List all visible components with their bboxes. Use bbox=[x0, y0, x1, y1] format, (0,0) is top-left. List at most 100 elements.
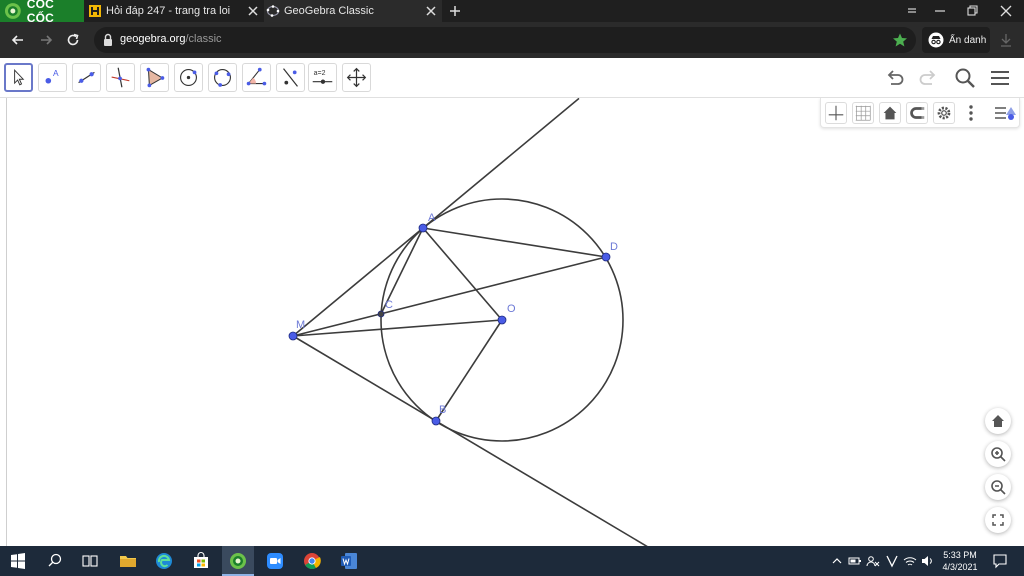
minimize-icon[interactable] bbox=[932, 3, 948, 19]
tab-search-icon[interactable] bbox=[904, 3, 920, 19]
graphics-settings-button[interactable] bbox=[933, 102, 955, 124]
tab-title: Hỏi đáp 247 - trang tra loi bbox=[106, 5, 231, 17]
point-o[interactable] bbox=[497, 315, 507, 325]
polygon-icon bbox=[146, 67, 165, 88]
bookmark-star-icon[interactable] bbox=[892, 32, 908, 48]
task-view-icon[interactable] bbox=[79, 550, 101, 572]
point-label-o[interactable]: O bbox=[507, 303, 516, 315]
system-clock[interactable]: 5:33 PM 4/3/2021 bbox=[938, 549, 982, 573]
point-label-c[interactable]: C bbox=[385, 299, 393, 311]
restore-icon[interactable] bbox=[964, 3, 980, 19]
incognito-label: Ẩn danh bbox=[949, 34, 987, 46]
file-explorer-icon[interactable] bbox=[117, 550, 139, 572]
coccoc-logo-icon bbox=[4, 3, 21, 19]
zoom-out-button[interactable] bbox=[985, 474, 1011, 500]
microsoft-store-icon[interactable] bbox=[190, 550, 212, 572]
tool-circle-three-points[interactable] bbox=[208, 63, 237, 92]
geometry-construction[interactable]: A D C O M B bbox=[0, 98, 1024, 546]
close-icon[interactable] bbox=[424, 4, 438, 18]
geogebra-toolbar: A a=2 bbox=[0, 58, 1024, 98]
forward-arrow-icon[interactable] bbox=[38, 32, 54, 48]
tool-line[interactable] bbox=[72, 63, 101, 92]
chrome-icon[interactable] bbox=[301, 550, 323, 572]
tool-polygon[interactable] bbox=[140, 63, 169, 92]
wifi-icon[interactable] bbox=[903, 554, 917, 568]
url-field[interactable]: geogebra.org/classic bbox=[94, 27, 916, 53]
graphics-style-bar bbox=[820, 98, 1020, 128]
people-icon[interactable] bbox=[866, 554, 880, 568]
redo-icon[interactable] bbox=[917, 66, 941, 90]
reload-icon[interactable] bbox=[65, 32, 81, 48]
fullscreen-icon bbox=[992, 514, 1004, 526]
point-label-b[interactable]: B bbox=[439, 404, 446, 416]
line-icon bbox=[78, 71, 95, 84]
close-icon[interactable] bbox=[246, 4, 260, 18]
fullscreen-button[interactable] bbox=[985, 507, 1011, 533]
point-c[interactable] bbox=[377, 310, 385, 318]
toggle-axes-button[interactable] bbox=[825, 102, 847, 124]
standard-view-button[interactable] bbox=[879, 102, 901, 124]
download-icon[interactable] bbox=[998, 32, 1014, 48]
home-icon bbox=[992, 415, 1004, 427]
tab-geogebra[interactable]: GeoGebra Classic bbox=[264, 0, 442, 22]
point-icon: A bbox=[45, 68, 59, 84]
geogebra-favicon-icon bbox=[266, 5, 280, 17]
clock-date: 4/3/2021 bbox=[942, 562, 978, 572]
more-vertical-icon[interactable] bbox=[967, 104, 975, 122]
tool-point[interactable]: A bbox=[38, 63, 67, 92]
battery-icon[interactable] bbox=[848, 554, 862, 568]
toggle-grid-button[interactable] bbox=[852, 102, 874, 124]
vietnamese-ime-icon[interactable] bbox=[885, 554, 899, 568]
slider-icon: a=2 bbox=[312, 70, 333, 84]
zoom-meetings-icon[interactable] bbox=[264, 550, 286, 572]
tool-reflect[interactable] bbox=[276, 63, 305, 92]
tool-angle[interactable] bbox=[242, 63, 271, 92]
close-window-icon[interactable] bbox=[998, 3, 1014, 19]
point-m[interactable] bbox=[288, 331, 298, 341]
back-arrow-icon[interactable] bbox=[10, 32, 26, 48]
slider-tool-glyph: a=2 bbox=[314, 70, 326, 77]
circle-three-points-icon bbox=[214, 69, 231, 87]
windows-taskbar: 5:33 PM 4/3/2021 bbox=[0, 546, 1024, 576]
windows-start-icon[interactable] bbox=[7, 550, 29, 572]
incognito-indicator[interactable]: Ẩn danh bbox=[922, 27, 990, 53]
zoom-in-button[interactable] bbox=[985, 441, 1011, 467]
point-a[interactable] bbox=[418, 223, 428, 233]
segment-ao[interactable] bbox=[422, 227, 503, 321]
graphics-view[interactable]: A D C O M B bbox=[0, 98, 1024, 546]
url-path: /classic bbox=[185, 33, 222, 45]
notification-icon[interactable] bbox=[992, 553, 1008, 569]
tool-circle-center[interactable] bbox=[174, 63, 203, 92]
point-label-d[interactable]: D bbox=[610, 241, 618, 253]
coccoc-browser-icon[interactable] bbox=[227, 550, 249, 572]
main-menu-icon[interactable] bbox=[988, 66, 1012, 90]
segment-ad[interactable] bbox=[422, 227, 607, 258]
point-capturing-button[interactable] bbox=[906, 102, 928, 124]
tool-move-graphics[interactable] bbox=[342, 63, 371, 92]
tool-slider[interactable]: a=2 bbox=[308, 63, 337, 92]
volume-icon[interactable] bbox=[920, 554, 934, 568]
edge-browser-icon[interactable] bbox=[153, 550, 175, 572]
grid-icon bbox=[855, 105, 871, 121]
style-bar-toggle-icon[interactable] bbox=[993, 103, 1017, 123]
tool-perpendicular[interactable] bbox=[106, 63, 135, 92]
new-tab-icon[interactable] bbox=[447, 3, 463, 19]
point-label-m[interactable]: M bbox=[296, 319, 305, 331]
axes-icon bbox=[828, 105, 844, 121]
browser-brand[interactable]: CỐC CỐC bbox=[0, 0, 84, 25]
url-text: geogebra.org/classic bbox=[120, 33, 222, 45]
microsoft-word-icon[interactable] bbox=[338, 550, 360, 572]
search-icon[interactable] bbox=[953, 66, 977, 90]
tool-move[interactable] bbox=[4, 63, 33, 92]
point-b[interactable] bbox=[431, 416, 441, 426]
point-d[interactable] bbox=[601, 252, 611, 262]
browser-tab-strip: CỐC CỐC Hỏi đáp 247 - trang tra loi GeoG… bbox=[0, 0, 1024, 25]
point-label-a[interactable]: A bbox=[428, 212, 436, 224]
tab-hoidap247[interactable]: Hỏi đáp 247 - trang tra loi bbox=[86, 0, 264, 22]
undo-icon[interactable] bbox=[882, 66, 906, 90]
search-icon[interactable] bbox=[44, 550, 66, 572]
move-arrow-icon bbox=[14, 68, 25, 86]
lock-icon bbox=[104, 33, 112, 46]
chevron-up-icon[interactable] bbox=[830, 554, 844, 568]
standard-view-fab[interactable] bbox=[985, 408, 1011, 434]
